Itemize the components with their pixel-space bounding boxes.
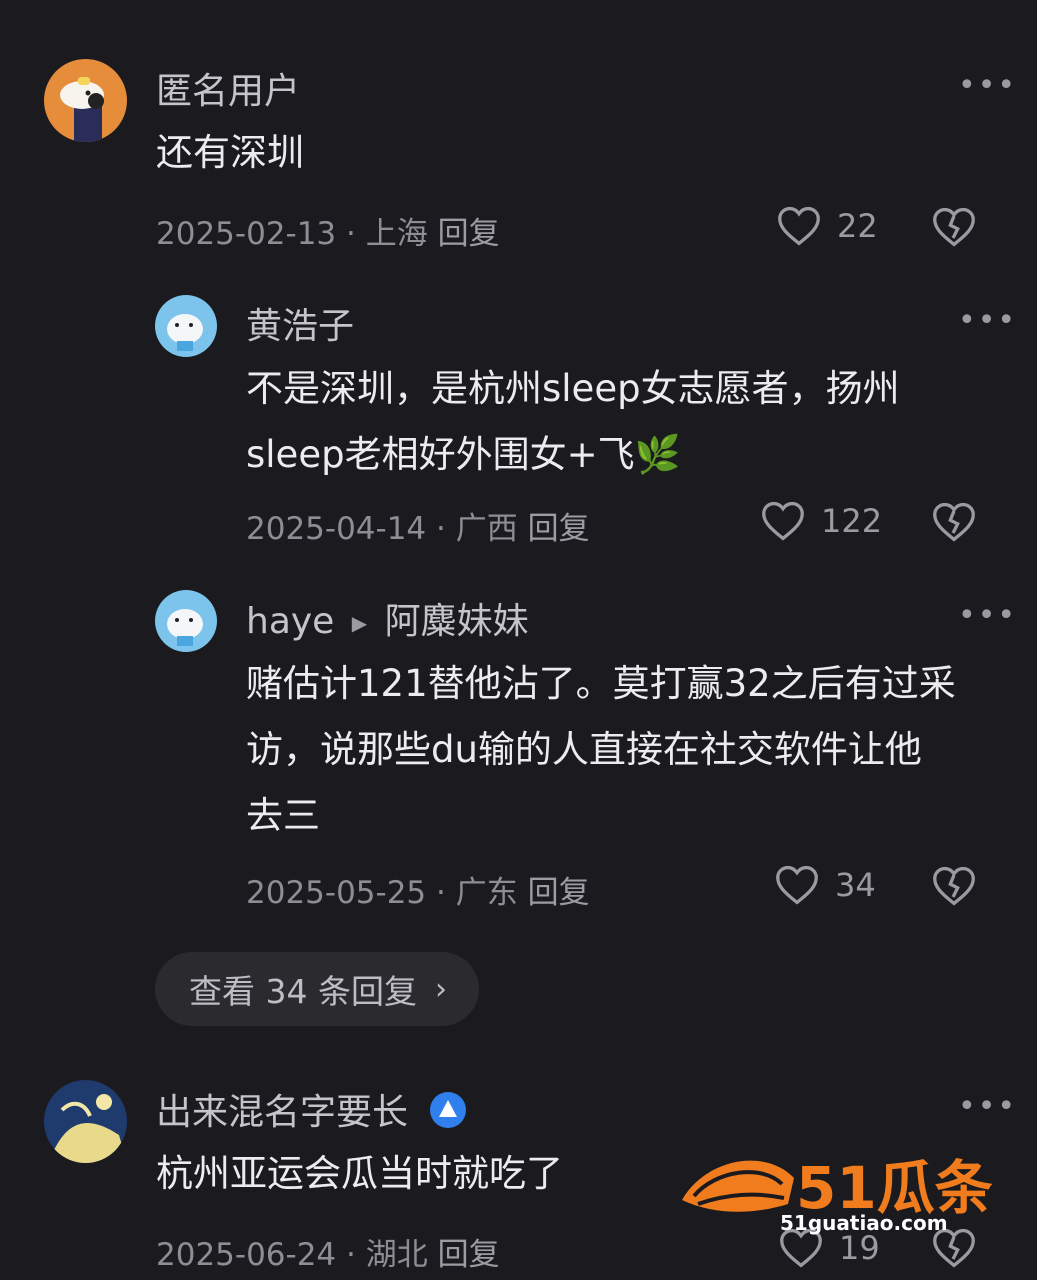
heart-icon	[762, 501, 804, 541]
reply-button[interactable]: 回复	[528, 875, 590, 911]
avatar[interactable]	[155, 590, 217, 652]
comment-text-line: 赌估计121替他沾了。莫打赢32之后有过采	[246, 662, 956, 705]
comment-text-line: sleep老相好外围女+飞🌿	[246, 433, 681, 476]
comment-location: 上海	[365, 216, 428, 252]
more-options-icon[interactable]: •••	[958, 598, 1017, 633]
comment-author[interactable]: 黄浩子	[246, 297, 354, 349]
comment-author-line: haye ▶ 阿麋妹妹	[246, 592, 529, 644]
avatar[interactable]	[44, 59, 127, 142]
like-count: 122	[821, 502, 883, 540]
comment-text-line: 去三	[246, 794, 320, 837]
verified-badge-icon	[429, 1091, 467, 1138]
watermark-url: 51guatiao.com	[780, 1211, 948, 1235]
reply-button[interactable]: 回复	[438, 1237, 500, 1273]
heart-icon	[776, 865, 818, 905]
comment-author[interactable]: 出来混名字要长	[156, 1092, 408, 1133]
like-button[interactable]: 122	[761, 500, 882, 542]
more-options-icon[interactable]: •••	[958, 1089, 1017, 1124]
comment-meta: 2025-02-13 · 上海 回复	[156, 208, 500, 253]
reply-button[interactable]: 回复	[528, 511, 590, 547]
comment-author-line: 出来混名字要长	[156, 1083, 467, 1138]
comment-date: 2025-02-13	[156, 216, 337, 252]
like-button[interactable]: 22	[777, 205, 878, 247]
comment-meta: 2025-04-14 · 广西 回复	[246, 503, 590, 548]
avatar[interactable]	[155, 295, 217, 357]
reply-arrow-icon: ▶	[351, 611, 368, 635]
separator: ·	[436, 875, 446, 911]
top-edge	[0, 0, 1037, 14]
comment-text: 杭州亚运会瓜当时就吃了	[156, 1152, 563, 1195]
comment-location: 湖北	[365, 1237, 428, 1273]
comment-date: 2025-04-14	[246, 511, 427, 547]
dislike-button[interactable]	[932, 865, 976, 911]
comment-author[interactable]: 匿名用户	[156, 62, 300, 114]
view-replies-button[interactable]: 查看 34 条回复 ›	[155, 952, 479, 1026]
avatar[interactable]	[44, 1080, 127, 1163]
more-options-icon[interactable]: •••	[958, 303, 1017, 338]
view-replies-label: 查看 34 条回复	[189, 972, 417, 1011]
separator: ·	[346, 1237, 356, 1273]
more-options-icon[interactable]: •••	[958, 68, 1017, 103]
comment-text: 还有深圳	[156, 131, 304, 174]
broken-heart-icon	[933, 502, 975, 542]
comment-date: 2025-05-25	[246, 875, 427, 911]
comment-meta: 2025-05-25 · 广东 回复	[246, 867, 590, 912]
comment-location: 广东	[455, 875, 518, 911]
reply-button[interactable]: 回复	[438, 216, 500, 252]
like-button[interactable]: 34	[775, 864, 876, 906]
separator: ·	[346, 216, 356, 252]
dislike-button[interactable]	[932, 501, 976, 547]
reply-target[interactable]: 阿麋妹妹	[385, 601, 529, 642]
broken-heart-icon	[933, 207, 975, 247]
comment-text-line: 不是深圳，是杭州sleep女志愿者，扬州	[246, 367, 900, 410]
dislike-button[interactable]	[932, 206, 976, 252]
chevron-right-icon: ›	[434, 971, 447, 1007]
comment-meta: 2025-06-24 · 湖北 回复	[156, 1229, 500, 1274]
watermelon-icon	[682, 1160, 794, 1212]
separator: ·	[436, 511, 446, 547]
comment-date: 2025-06-24	[156, 1237, 337, 1273]
comment-text-line: 访，说那些du输的人直接在社交软件让他	[246, 728, 922, 771]
broken-heart-icon	[933, 866, 975, 906]
comment-author[interactable]: haye	[246, 601, 334, 642]
heart-icon	[778, 206, 820, 246]
like-count: 34	[835, 866, 876, 904]
watermark-logo: 51瓜条 51guatiao.com	[676, 1138, 1006, 1238]
comment-location: 广西	[455, 511, 518, 547]
like-count: 22	[837, 207, 878, 245]
